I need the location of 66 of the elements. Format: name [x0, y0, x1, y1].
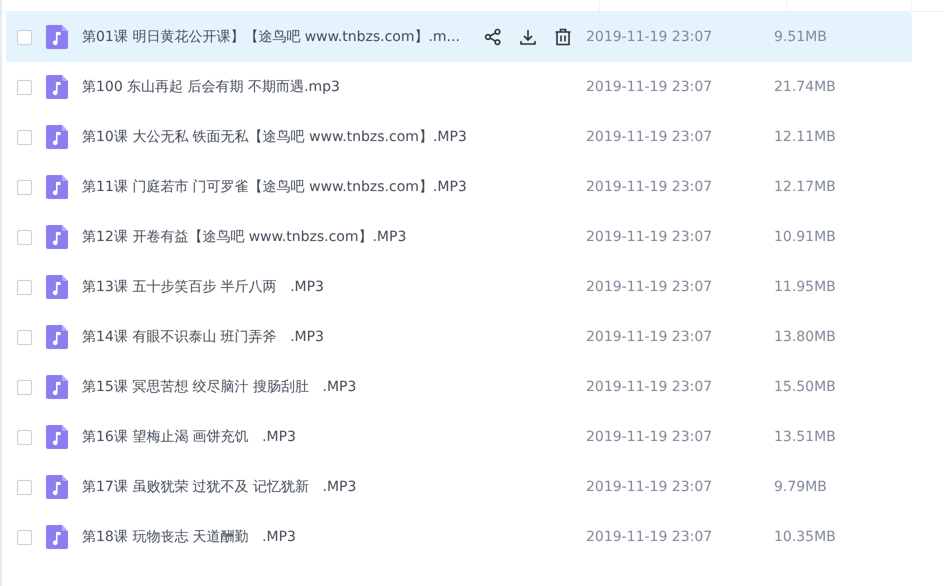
- file-row[interactable]: 第13课 五十步笑百步 半斤八两 .MP3 2019-11-19 23:07 11.95MB: [6, 262, 912, 312]
- music-file-icon: [46, 425, 68, 449]
- file-size: 21.74MB: [774, 79, 836, 95]
- checkbox[interactable]: [17, 30, 32, 44]
- file-row[interactable]: 第17课 虽败犹荣 过犹不及 记忆犹新 .MP3 2019-11-19 23:07 9.79MB: [6, 462, 912, 512]
- file-row[interactable]: 第16课 望梅止渴 画饼充饥 .MP3 2019-11-19 23:07 13.51MB: [6, 412, 912, 462]
- modified-date: 2019-11-19 23:07: [586, 79, 714, 95]
- file-name: 第14课 有眼不识泰山 班门弄斧 .MP3: [82, 328, 325, 346]
- checkbox[interactable]: [17, 530, 32, 544]
- file-size: 12.17MB: [774, 179, 836, 195]
- checkbox[interactable]: [17, 230, 32, 244]
- checkbox[interactable]: [17, 280, 32, 294]
- file-name: 第18课 玩物丧志 天道酬勤 .MP3: [82, 528, 297, 546]
- modified-date: 2019-11-19 23:07: [586, 129, 714, 145]
- file-row[interactable]: 第100 东山再起 后会有期 不期而遇.mp3 2019-11-19 23:07 21.74MB: [6, 62, 912, 112]
- modified-date: 2019-11-19 23:07: [586, 429, 714, 445]
- music-file-icon: [46, 125, 68, 149]
- checkbox[interactable]: [17, 380, 32, 394]
- checkbox[interactable]: [17, 330, 32, 344]
- modified-date: 2019-11-19 23:07: [586, 29, 714, 45]
- file-row[interactable]: 第11课 门庭若市 门可罗雀【途鸟吧 www.tnbzs.com】.MP3 2019-11-19 23:07 12.17MB: [6, 162, 912, 212]
- music-file-icon: [46, 525, 68, 549]
- music-file-icon: [46, 25, 68, 49]
- file-size: 15.50MB: [774, 379, 836, 395]
- music-file-icon: [46, 175, 68, 199]
- file-row[interactable]: 第10课 大公无私 铁面无私【途鸟吧 www.tnbzs.com】.MP3 2019-11-19 23:07 12.11MB: [6, 112, 912, 162]
- file-row[interactable]: 第18课 玩物丧志 天道酬勤 .MP3 2019-11-19 23:07 10.35MB: [6, 512, 912, 562]
- music-file-icon: [46, 375, 68, 399]
- file-name: 第10课 大公无私 铁面无私【途鸟吧 www.tnbzs.com】.MP3: [82, 128, 468, 146]
- modified-date: 2019-11-19 23:07: [586, 279, 714, 295]
- file-name: 第17课 虽败犹荣 过犹不及 记忆犹新 .MP3: [82, 478, 358, 496]
- modified-date: 2019-11-19 23:07: [586, 229, 714, 245]
- file-name: 第11课 门庭若市 门可罗雀【途鸟吧 www.tnbzs.com】.MP3: [82, 178, 468, 196]
- file-name: 第12课 开卷有益【途鸟吧 www.tnbzs.com】.MP3: [82, 228, 408, 246]
- modified-date: 2019-11-19 23:07: [586, 479, 714, 495]
- file-row[interactable]: 第12课 开卷有益【途鸟吧 www.tnbzs.com】.MP3 2019-11-19 23:07 10.91MB: [6, 212, 912, 262]
- file-size: 10.91MB: [774, 229, 836, 245]
- checkbox[interactable]: [17, 480, 32, 494]
- modified-date: 2019-11-19 23:07: [586, 379, 714, 395]
- file-size: 13.51MB: [774, 429, 836, 445]
- music-file-icon: [46, 475, 68, 499]
- file-name: 第01课 明日黄花公开课】【途鸟吧 www.tnbzs.com】.m...: [82, 28, 461, 46]
- music-file-icon: [46, 275, 68, 299]
- modified-date: 2019-11-19 23:07: [586, 329, 714, 345]
- file-row[interactable]: 第15课 冥思苦想 绞尽脑汁 搜肠刮肚 .MP3 2019-11-19 23:07 15.50MB: [6, 362, 912, 412]
- music-file-icon: [46, 225, 68, 249]
- file-row[interactable]: 第14课 有眼不识泰山 班门弄斧 .MP3 2019-11-19 23:07 13.80MB: [6, 312, 912, 362]
- checkbox[interactable]: [17, 80, 32, 94]
- music-file-icon: [46, 325, 68, 349]
- file-size: 10.35MB: [774, 529, 836, 545]
- file-size: 9.51MB: [774, 29, 827, 45]
- checkbox[interactable]: [17, 130, 32, 144]
- checkbox[interactable]: [17, 430, 32, 444]
- modified-date: 2019-11-19 23:07: [586, 529, 714, 545]
- file-name: 第100 东山再起 后会有期 不期而遇.mp3: [82, 78, 341, 96]
- file-row[interactable]: 第01课 明日黄花公开课】【途鸟吧 www.tnbzs.com】.m... 2019-11-19 23:07 9.51MB: [6, 12, 912, 62]
- file-size: 12.11MB: [774, 129, 836, 145]
- music-file-icon: [46, 75, 68, 99]
- file-size: 9.79MB: [774, 479, 827, 495]
- file-size: 11.95MB: [774, 279, 836, 295]
- file-name: 第16课 望梅止渴 画饼充饥 .MP3: [82, 428, 297, 446]
- checkbox[interactable]: [17, 180, 32, 194]
- file-name: 第13课 五十步笑百步 半斤八两 .MP3: [82, 278, 325, 296]
- file-size: 13.80MB: [774, 329, 836, 345]
- file-name: 第15课 冥思苦想 绞尽脑汁 搜肠刮肚 .MP3: [82, 378, 358, 396]
- modified-date: 2019-11-19 23:07: [586, 179, 714, 195]
